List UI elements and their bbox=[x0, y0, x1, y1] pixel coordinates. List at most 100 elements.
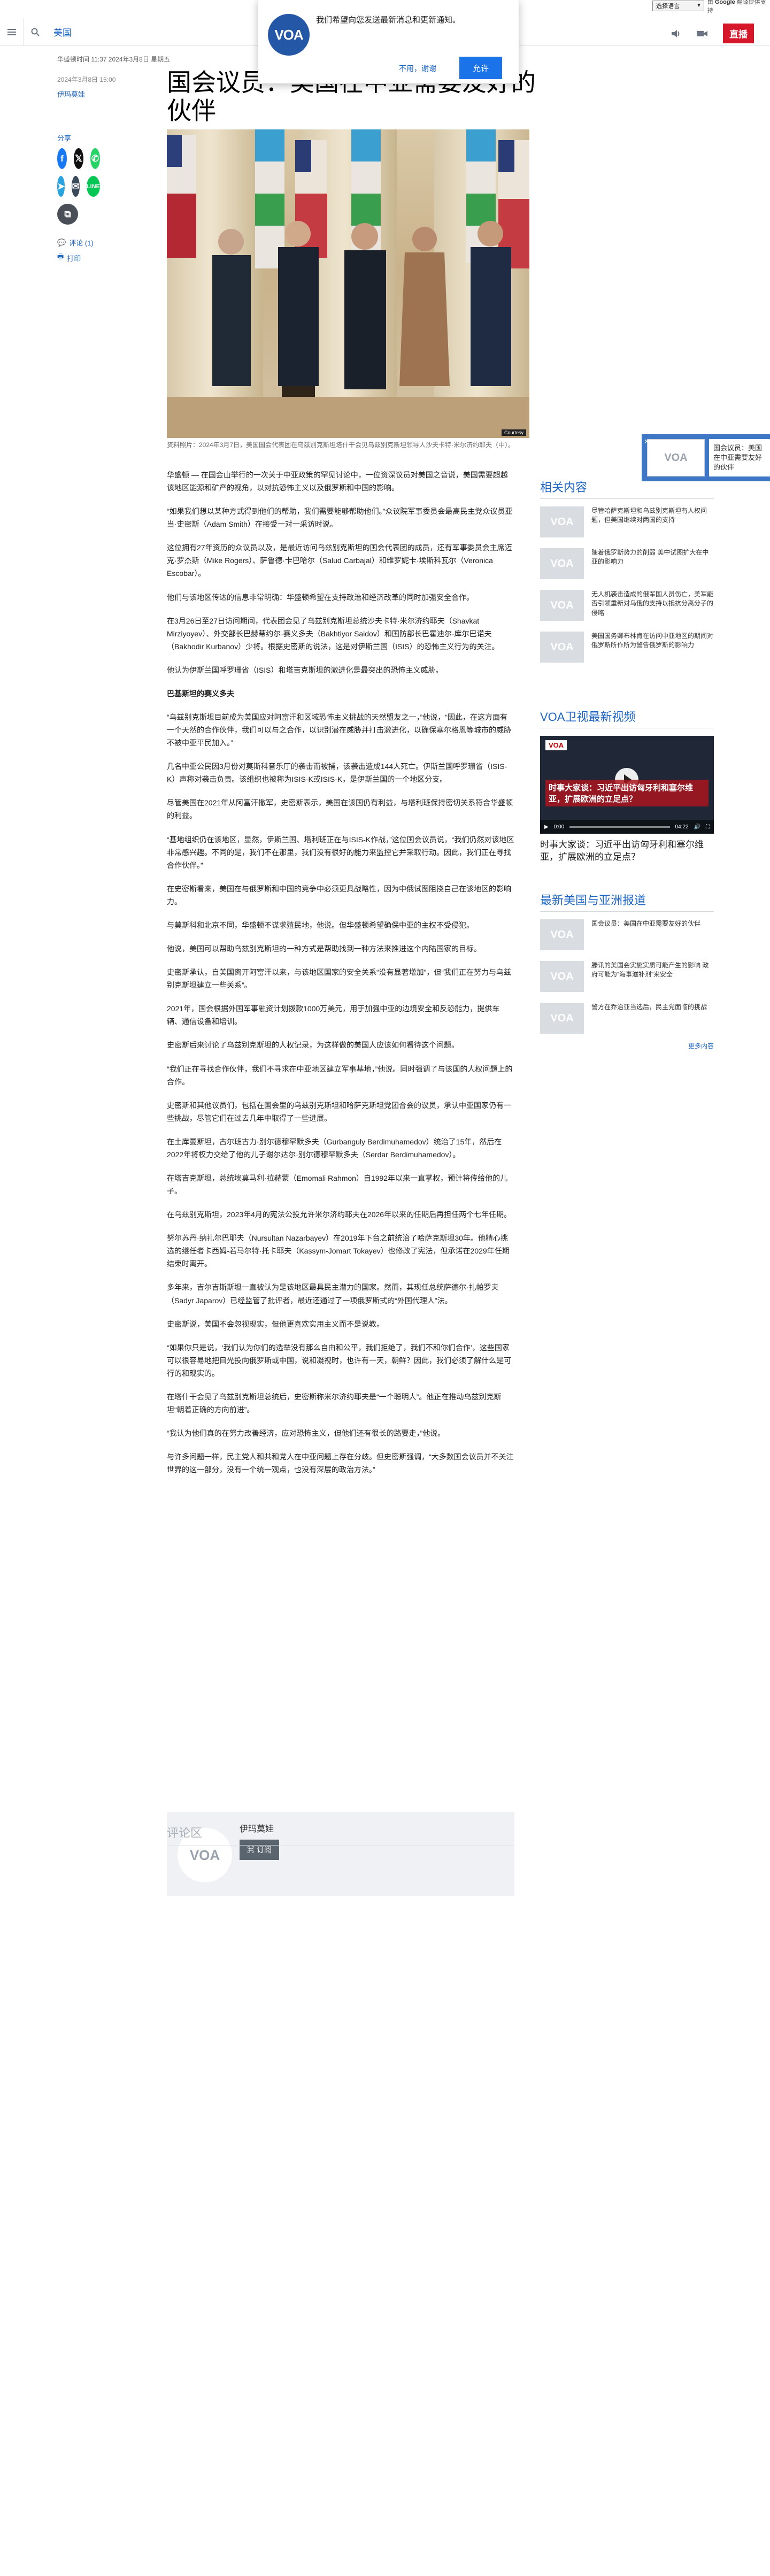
paragraph: 史密斯说，美国不会忽视现实，但他更喜欢实用主义而不是说教。 bbox=[167, 1319, 384, 1328]
thumbnail: VOA bbox=[540, 632, 584, 663]
video-section: VOA卫视最新视频 VOA 时事大家谈：习近平出访匈牙利和塞尔维亚，扩展欧洲的立… bbox=[540, 708, 714, 864]
related-heading: 相关内容 bbox=[540, 478, 714, 499]
push-notification-prompt: VOA 我们希望向您发送最新消息和更新通知。 不用，谢谢 允许 bbox=[258, 0, 519, 84]
list-item[interactable]: VOA 尽管哈萨克斯坦和乌兹别克斯坦有人权问题，但美国继续对两国的支持 bbox=[540, 506, 714, 537]
video-title[interactable]: 时事大家谈：习近平出访匈牙利和塞尔维亚，扩展欧洲的立足点？ bbox=[540, 839, 714, 864]
paragraph: “我认为他们真的在努力改善经济，应对恐怖主义，但他们还有很长的路要走，”他说。 bbox=[167, 1429, 445, 1438]
paragraph: 几名中亚公民因3月份对莫斯科音乐厅的袭击而被捕，该袭击造成144人死亡。伊斯兰国… bbox=[167, 762, 507, 784]
article-body: 华盛顿 — 在国会山举行的一次关于中亚政策的罕见讨论中，一位资深议员对美国之音说… bbox=[167, 468, 514, 1487]
section-heading: 巴基斯坦的赛义多夫 bbox=[167, 689, 234, 698]
floating-thumbnail: VOA bbox=[647, 439, 705, 476]
search-button[interactable] bbox=[24, 18, 47, 46]
share-panel: 分享 f 𝕏 ✆ ➤ ✉ LINE ⧉ 💬 评论 (1) 🖶 打印 bbox=[57, 133, 100, 264]
video-progress-bar[interactable] bbox=[569, 826, 670, 828]
push-message: 我们希望向您发送最新消息和更新通知。 bbox=[316, 16, 461, 25]
fullscreen-icon[interactable]: ⛶ bbox=[706, 824, 710, 830]
paragraph: 他说，美国可以帮助乌兹别克斯坦的一种方式是帮助找到一种方法来推进这个内陆国家的目… bbox=[167, 944, 481, 953]
more-link[interactable]: 更多内容 bbox=[540, 1041, 714, 1050]
video-camera-icon[interactable] bbox=[696, 29, 708, 38]
paragraph: 在塔吉克斯坦，总统埃莫马利·拉赫蒙（Emomali Rahmon）自1992年以… bbox=[167, 1173, 508, 1196]
list-item[interactable]: VOA 国会议员：美国在中亚需要友好的伙伴 bbox=[540, 919, 714, 950]
line-icon[interactable]: LINE bbox=[86, 176, 100, 197]
chevron-down-icon: ▾ bbox=[697, 2, 700, 9]
x-icon[interactable]: 𝕏 bbox=[74, 148, 83, 169]
video-heading[interactable]: VOA卫视最新视频 bbox=[540, 708, 714, 728]
video-time-current: 0:00 bbox=[553, 824, 565, 830]
comment-link[interactable]: 💬 评论 (1) bbox=[57, 237, 100, 248]
play-button-icon[interactable]: ▶ bbox=[544, 824, 549, 830]
hamburger-icon bbox=[7, 28, 16, 35]
latest-heading[interactable]: 最新美国与亚洲报道 bbox=[540, 891, 714, 912]
floating-article-card[interactable]: VOA 国会议员：美国在中亚需要友好的伙伴 bbox=[642, 434, 770, 481]
paragraph: 与许多问题一样，民主党人和共和党人在中亚问题上存在分歧。但史密斯强调，“大多数国… bbox=[167, 1452, 514, 1474]
paragraph: 与莫斯科和北京不同，华盛顿不谋求殖民地，他说。但华盛顿希望确保中亚的主权不受侵犯… bbox=[167, 920, 474, 929]
paragraph: 史密斯和其他议员们，包括在国会里的乌兹别克斯坦和哈萨克斯坦党团合会的议员，承认中… bbox=[167, 1101, 511, 1122]
header-actions: 直播 bbox=[671, 24, 754, 43]
thumbnail: VOA bbox=[540, 919, 584, 950]
image-caption: 资料照片：2024年3月7日，美国国会代表团在乌兹别克斯坦塔什干会见乌兹别克斯坦… bbox=[167, 441, 515, 449]
paragraph: 史密斯后来讨论了乌兹别克斯坦的人权记录，为这样做的美国人应该如何看待这个问题。 bbox=[167, 1041, 459, 1050]
hero-image: Courtesy bbox=[167, 129, 529, 438]
copy-link-icon[interactable]: ⧉ bbox=[57, 204, 78, 225]
language-select-label: 选择语言 bbox=[656, 3, 680, 10]
publish-date: 2024年3月8日 15:00 bbox=[57, 76, 116, 83]
paragraph: 他们与该地区传达的信息非常明确：华盛顿希望在支持政治和经济改革的同时加强安全合作… bbox=[167, 593, 474, 602]
paragraph: 在3月26日至27日访问期间，代表团会见了乌兹别克斯坦总统沙夫卡特·米尔济约耶夫… bbox=[167, 616, 499, 651]
paragraph: 在乌兹别克斯坦，2023年4月的宪法公投允许米尔济约耶夫在2026年以来的任期后… bbox=[167, 1210, 512, 1219]
translate-attribution: 由 Google 翻译提供支持 bbox=[707, 0, 766, 14]
comment-icon: 💬 bbox=[57, 238, 66, 247]
thumbnail: VOA bbox=[540, 590, 584, 621]
video-controls: ▶ 0:00 04:22 🔊 ⛶ bbox=[540, 820, 714, 834]
paragraph: “如果我们想以某种方式得到他们的帮助，我们需要能够帮助他们。”众议院军事委员会最… bbox=[167, 507, 513, 529]
facebook-icon[interactable]: f bbox=[57, 148, 67, 169]
paragraph: “基地组织仍在该地区，显然，伊斯兰国、塔利班正在与ISIS-K作战，”这位国会议… bbox=[167, 835, 514, 870]
paragraph: 在塔什干会见了乌兹别克斯坦总统后，史密斯称米尔济约耶夫是“一个聪明人”。他正在推… bbox=[167, 1392, 502, 1414]
close-icon[interactable]: ✕ bbox=[644, 437, 650, 446]
paragraph: “乌兹别克斯坦目前成为美国应对阿富汗和区域恐怖主义挑战的天然盟友之一，”他说，“… bbox=[167, 713, 511, 748]
list-item[interactable]: VOA 滕讯的美国会实施实质可能产生的影响 政府可能为“海事滋补剂”来安全 bbox=[540, 961, 714, 992]
thumbnail: VOA bbox=[540, 1003, 584, 1034]
share-label: 分享 bbox=[57, 134, 72, 142]
whatsapp-icon[interactable]: ✆ bbox=[90, 148, 100, 169]
thumbnail: VOA bbox=[540, 961, 584, 992]
floating-title: 国会议员：美国在中亚需要友好的伙伴 bbox=[709, 439, 770, 476]
translate-bar: 选择语言 ▾ 由 Google 翻译提供支持 bbox=[652, 0, 770, 14]
dateline: 华盛顿时间 11:37 2024年3月8日 星期五 bbox=[57, 56, 171, 63]
language-select[interactable]: 选择语言 ▾ bbox=[652, 1, 704, 11]
paragraph: 史密斯承认，自美国离开阿富汗以来，与该地区国家的安全关系“没有显著增加”，但“我… bbox=[167, 968, 511, 990]
author-link[interactable]: 伊玛莫娃 bbox=[57, 89, 85, 99]
print-icon: 🖶 bbox=[57, 252, 64, 260]
telegram-icon[interactable]: ➤ bbox=[57, 176, 65, 197]
video-player[interactable]: VOA 时事大家谈：习近平出访匈牙利和塞尔维亚，扩展欧洲的立足点？ ▶ 0:00… bbox=[540, 736, 714, 834]
list-item[interactable]: VOA 美国国务卿布林肯在访问中亚地区的期间对俄罗斯所作所为警告俄罗斯的影响力 bbox=[540, 632, 714, 663]
video-banner: 时事大家谈：习近平出访匈牙利和塞尔维亚，扩展欧洲的立足点？ bbox=[545, 780, 709, 806]
paragraph: 他认为伊斯兰国呼罗珊省（ISIS）和塔吉克斯坦的激进化是最突出的恐怖主义威胁。 bbox=[167, 665, 443, 674]
paragraph: 努尔苏丹·纳扎尔巴耶夫（Nursultan Nazarbayev）在2019年下… bbox=[167, 1234, 510, 1268]
live-button[interactable]: 直播 bbox=[723, 24, 754, 43]
paragraph: 2021年，国会根据外国军事融资计划拨款1000万美元，用于加强中亚的边境安全和… bbox=[167, 1004, 500, 1026]
email-icon[interactable]: ✉ bbox=[72, 176, 80, 197]
video-time-total: 04:22 bbox=[675, 824, 689, 830]
paragraph: 在史密斯看来，美国在与俄罗斯和中国的竞争中必须更具战略性，因为中俄试图阻挠自己在… bbox=[167, 884, 511, 906]
decline-button[interactable]: 不用，谢谢 bbox=[399, 63, 436, 74]
menu-button[interactable] bbox=[0, 18, 24, 46]
volume-icon[interactable]: 🔊 bbox=[694, 824, 700, 830]
comments-heading: 评论区 bbox=[167, 1824, 514, 1846]
paragraph: 这位拥有27年资历的众议员以及，是最近访问乌兹别克斯坦的国会代表团的成员，还有军… bbox=[167, 543, 512, 578]
paragraph: “我们正在寻找合作伙伴，我们不寻求在中亚地区建立军事基地，”他说。同时强调了与该… bbox=[167, 1064, 513, 1086]
rss-icon: ⌘ bbox=[247, 1846, 255, 1854]
voa-logo: VOA bbox=[268, 14, 310, 56]
print-link[interactable]: 🖶 打印 bbox=[57, 252, 100, 264]
video-chip: VOA bbox=[545, 740, 567, 750]
courtesy-badge: Courtesy bbox=[501, 429, 526, 436]
paragraph: 多年来，吉尔吉斯斯坦一直被认为是该地区最具民主潜力的国家。然而，其现任总统萨德尔… bbox=[167, 1283, 499, 1305]
thumbnail: VOA bbox=[540, 506, 584, 537]
audio-icon[interactable] bbox=[671, 29, 681, 39]
allow-button[interactable]: 允许 bbox=[459, 57, 502, 79]
paragraph: 尽管美国在2021年从阿富汗撤军，史密斯表示，美国在该国仍有利益，与塔利班保持密… bbox=[167, 798, 513, 820]
list-item[interactable]: VOA 随着俄罗斯势力的削弱 美中试图扩大在中亚的影响力 bbox=[540, 548, 714, 579]
list-item[interactable]: VOA 警方在乔治亚当选后，民主党面临的挑战 bbox=[540, 1003, 714, 1034]
related-content: 相关内容 VOA 尽管哈萨克斯坦和乌兹别克斯坦有人权问题，但美国继续对两国的支持… bbox=[540, 478, 714, 673]
nav-section-link[interactable]: 美国 bbox=[53, 25, 72, 39]
list-item[interactable]: VOA 无人机袭击造成的俄军国人员伤亡，美军能否引领重新对乌俄的支持以抵抗分离分… bbox=[540, 590, 714, 621]
